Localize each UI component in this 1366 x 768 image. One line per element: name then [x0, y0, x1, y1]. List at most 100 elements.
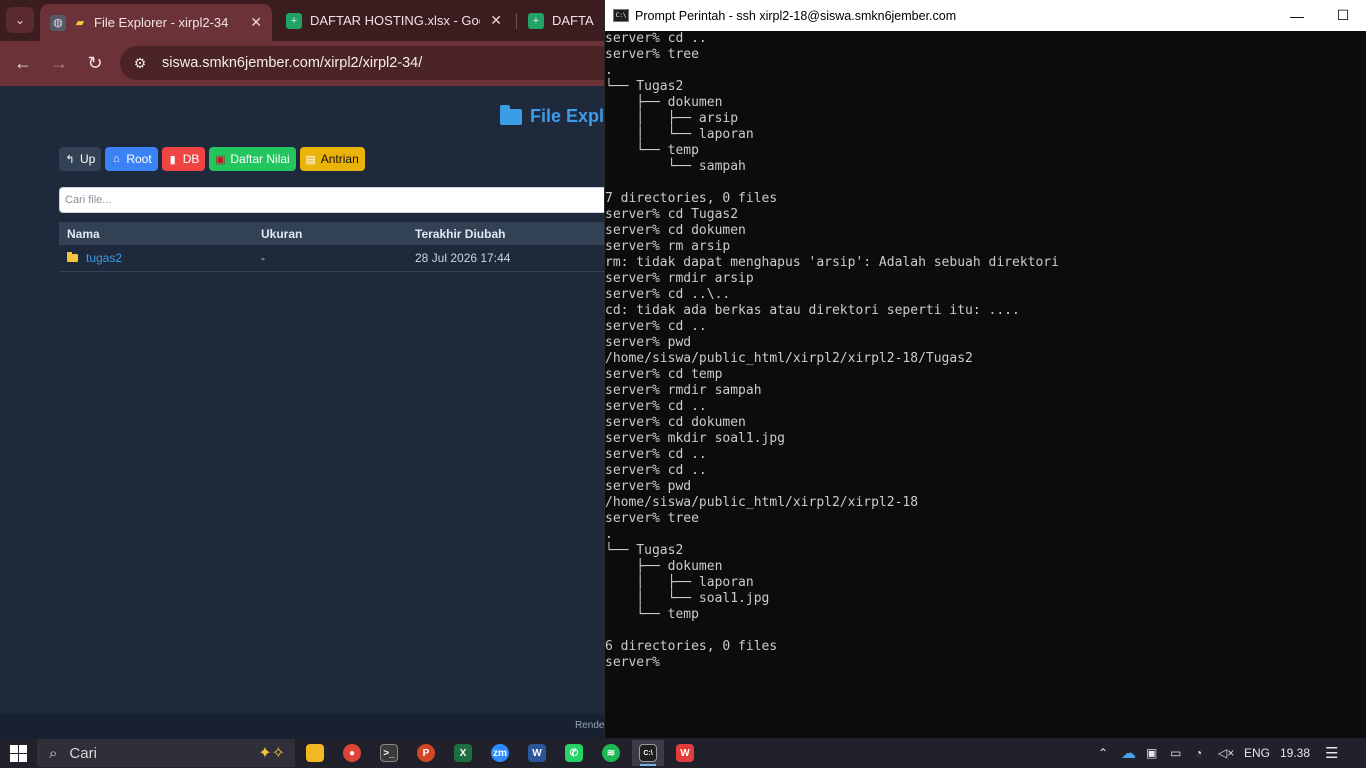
tab-title: DAFTAR H — [552, 13, 594, 28]
onedrive-icon[interactable]: ☁ — [1121, 738, 1136, 768]
taskbar-search-label: Cari — [69, 744, 97, 762]
globe-icon: ◍ — [50, 14, 66, 31]
terminal-line: server% cd ..\.. — [605, 287, 731, 302]
taskbar-search[interactable]: ⌕ Cari ✦✧ — [37, 739, 295, 767]
sheets-icon: + — [528, 12, 544, 29]
daftar-nilai-button[interactable]: ▣ Daftar Nilai — [209, 147, 296, 171]
whatsapp-icon: ✆ — [565, 744, 583, 762]
forward-button[interactable]: → — [45, 49, 73, 77]
root-label: Root — [126, 152, 152, 166]
terminal-output[interactable]: server% cd .. server% tree. └── Tugas2 ├──… — [605, 31, 1366, 738]
terminal-line: . — [605, 527, 613, 542]
excel-icon: X — [454, 744, 472, 762]
terminal-line: server% cd .. — [605, 319, 707, 334]
excel-app[interactable]: X — [447, 740, 479, 766]
root-button[interactable]: ⌂ Root — [105, 147, 158, 171]
start-button[interactable] — [6, 743, 30, 763]
terminal-line: server% pwd — [605, 479, 692, 494]
minimize-icon: — — [1290, 7, 1304, 24]
file-explorer-icon — [306, 744, 324, 762]
sheets-icon: + — [286, 12, 302, 29]
back-button[interactable]: ← — [9, 49, 37, 77]
terminal-line: 6 directories, 0 files — [605, 639, 778, 654]
wps-app[interactable]: W — [669, 740, 701, 766]
up-button[interactable]: ↰ Up — [59, 147, 102, 171]
terminal-line: cd: tidak ada berkas atau direktori sepe… — [605, 303, 1020, 318]
notification-icon[interactable]: ☰ — [1325, 738, 1338, 768]
folder-link[interactable]: tugas2 — [86, 251, 122, 265]
antrian-button[interactable]: ▤ Antrian — [299, 147, 365, 171]
terminal-line: │ ├── arsip — [605, 111, 739, 126]
wifi-icon[interactable]: ◔ — [1195, 738, 1202, 768]
site-settings-icon[interactable]: ⚙ — [130, 55, 150, 72]
folder-icon: ▰ — [75, 17, 85, 29]
terminal-line: server% rm arsip — [605, 239, 731, 254]
daftar-nilai-label: Daftar Nilai — [230, 152, 290, 166]
whatsapp-app[interactable]: ✆ — [558, 740, 590, 766]
show-hidden-icons-button[interactable]: ⌃ — [1098, 738, 1108, 768]
terminal-line: server% rmdir sampah — [605, 383, 762, 398]
word-app[interactable]: W — [521, 740, 553, 766]
battery-icon[interactable]: ▭ — [1170, 738, 1181, 768]
chrome-app[interactable]: ● — [336, 740, 368, 766]
terminal-line: server% cd dokumen — [605, 415, 746, 430]
reload-icon: ↻ — [87, 52, 103, 73]
windows-logo-icon — [19, 745, 27, 753]
tab-daftar-hosting-2[interactable]: + DAFTAR H — [518, 4, 604, 37]
zoom-icon: zm — [491, 744, 509, 762]
windows-logo-icon — [10, 754, 18, 762]
tab-daftar-hosting[interactable]: + DAFTAR HOSTING.xlsx - Google ✕ — [276, 4, 512, 37]
page-title-text: File Expl — [530, 106, 605, 126]
page-title: File Expl — [500, 104, 605, 127]
camera-icon[interactable]: ▣ — [1146, 738, 1157, 768]
terminal-app[interactable]: >_ — [373, 740, 405, 766]
url-text[interactable]: siswa.smkn6jember.com/xirpl2/xirpl2-34/ — [162, 55, 422, 71]
page-footer: Rende — [0, 714, 620, 738]
close-tab-icon[interactable]: ✕ — [250, 14, 262, 31]
volume-muted-icon[interactable]: ◁× — [1218, 738, 1234, 768]
desktop: ⌄ ◍ ▰ File Explorer - xirpl2-34 ✕ + DAFT… — [0, 0, 1366, 768]
minimize-button[interactable]: — — [1274, 0, 1320, 31]
maximize-button[interactable]: ☐ — [1320, 0, 1366, 31]
command-prompt-app[interactable]: C:\ — [632, 740, 664, 766]
spotify-app[interactable]: ≋ — [595, 740, 627, 766]
terminal-line: server% cd dokumen — [605, 223, 746, 238]
file-table: Nama Ukuran Terakhir Diubah tugas2 - 28 … — [59, 222, 619, 272]
db-label: DB — [182, 152, 200, 166]
terminal-line: ├── dokumen — [605, 559, 723, 574]
search-input[interactable] — [59, 187, 619, 213]
file-explorer-app[interactable] — [299, 740, 331, 766]
terminal-titlebar[interactable]: C:\ Prompt Perintah - ssh xirpl2-18@sisw… — [605, 0, 1366, 31]
tab-search-button[interactable]: ⌄ — [6, 7, 34, 33]
clock[interactable]: 19.38 — [1280, 738, 1310, 768]
header-size[interactable]: Ukuran — [261, 227, 415, 241]
powerpoint-app[interactable]: P — [410, 740, 442, 766]
db-button[interactable]: ▮ DB — [161, 147, 206, 171]
tab-title: DAFTAR HOSTING.xlsx - Google — [310, 13, 480, 28]
tab-file-explorer[interactable]: ◍ ▰ File Explorer - xirpl2-34 ✕ — [40, 4, 272, 41]
terminal-line: server% pwd — [605, 335, 692, 350]
arrow-left-icon: ← — [14, 52, 32, 73]
zoom-app[interactable]: zm — [484, 740, 516, 766]
header-modified[interactable]: Terakhir Diubah — [415, 227, 615, 241]
terminal-line: │ ├── laporan — [605, 575, 754, 590]
language-indicator[interactable]: ENG — [1244, 738, 1270, 768]
table-row: tugas2 - 28 Jul 2026 17:44 — [59, 245, 619, 272]
table-header: Nama Ukuran Terakhir Diubah — [59, 222, 619, 245]
return-arrow-icon: ↰ — [65, 153, 75, 166]
reload-button[interactable]: ↻ — [81, 49, 109, 77]
terminal-line: └── sampah — [605, 159, 746, 174]
tab-separator — [516, 13, 517, 29]
folder-icon — [500, 104, 522, 125]
cell-modified: 28 Jul 2026 17:44 — [415, 251, 511, 265]
antrian-label: Antrian — [320, 152, 359, 166]
close-tab-icon[interactable]: ✕ — [490, 12, 502, 29]
terminal-line: └── temp — [605, 143, 699, 158]
clipboard-icon: ▤ — [305, 153, 316, 166]
terminal-line: rm: tidak dapat menghapus 'arsip': Adala… — [605, 255, 1059, 270]
cell-size: - — [261, 251, 265, 265]
search-icon: ⌕ — [49, 744, 58, 762]
terminal-line: │ └── soal1.jpg — [605, 591, 770, 606]
header-name[interactable]: Nama — [59, 227, 261, 241]
